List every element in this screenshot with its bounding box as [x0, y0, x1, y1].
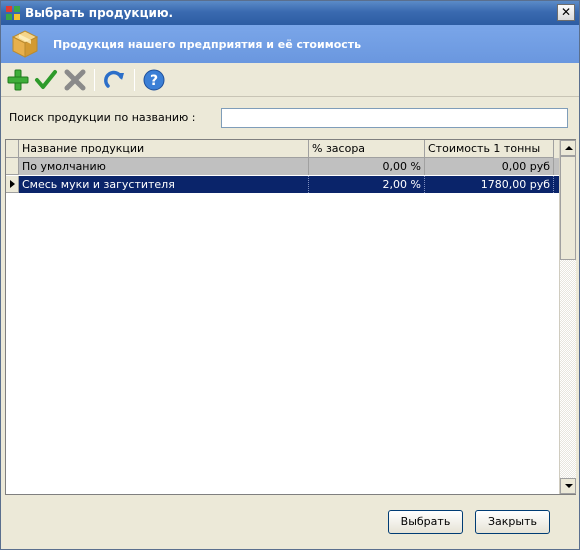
select-button[interactable]: Выбрать: [388, 510, 463, 534]
package-icon: [11, 30, 39, 58]
banner-title: Продукция нашего предприятия и её стоимо…: [53, 38, 362, 51]
grid-header: Название продукции % засора Стоимость 1 …: [6, 140, 560, 158]
column-header-percent[interactable]: % засора: [309, 140, 425, 158]
close-button[interactable]: Закрыть: [475, 510, 550, 534]
column-header-name[interactable]: Название продукции: [19, 140, 309, 158]
close-window-button[interactable]: ✕: [557, 4, 575, 21]
svg-text:?: ?: [150, 73, 158, 89]
column-header-price[interactable]: Стоимость 1 тонны: [425, 140, 554, 158]
table-row-selected[interactable]: Смесь муки и загустителя 2,00 % 1780,00 …: [6, 176, 560, 193]
current-row-arrow-icon: [10, 180, 15, 188]
arrow-up-icon: [565, 146, 573, 150]
accept-icon[interactable]: [34, 68, 58, 92]
cell-product-name: По умолчанию: [19, 158, 309, 175]
toolbar-separator: [134, 69, 135, 91]
toolbar-separator: [94, 69, 95, 91]
row-indicator: [6, 158, 19, 175]
cell-product-name: Смесь муки и загустителя: [19, 176, 309, 193]
window-title: Выбрать продукцию.: [25, 6, 174, 20]
close-icon: ✕: [560, 5, 572, 19]
header-banner: Продукция нашего предприятия и её стоимо…: [1, 25, 579, 63]
search-input[interactable]: [221, 108, 568, 128]
row-indicator-header: [6, 140, 19, 158]
search-label: Поиск продукции по названию :: [9, 111, 196, 124]
help-icon[interactable]: ?: [142, 68, 166, 92]
cell-percent: 2,00 %: [309, 176, 425, 193]
app-icon: [6, 6, 20, 20]
table-row[interactable]: По умолчанию 0,00 % 0,00 руб: [6, 158, 560, 175]
scroll-down-button[interactable]: [560, 478, 576, 494]
refresh-icon[interactable]: [102, 68, 126, 92]
products-grid: Название продукции % засора Стоимость 1 …: [5, 139, 576, 495]
dialog-window: Выбрать продукцию. ✕ Продукция нашего пр…: [0, 0, 580, 550]
delete-icon[interactable]: [63, 68, 87, 92]
toolbar: ?: [1, 63, 579, 97]
title-bar: Выбрать продукцию. ✕: [1, 1, 579, 25]
cell-price: 0,00 руб: [425, 158, 554, 175]
vertical-scrollbar[interactable]: [559, 140, 576, 494]
add-icon[interactable]: [6, 68, 30, 92]
arrow-down-icon: [565, 484, 573, 488]
scroll-up-button[interactable]: [560, 140, 576, 156]
cell-price: 1780,00 руб: [425, 176, 554, 193]
cell-percent: 0,00 %: [309, 158, 425, 175]
scroll-thumb[interactable]: [560, 156, 576, 260]
row-indicator: [6, 176, 19, 193]
